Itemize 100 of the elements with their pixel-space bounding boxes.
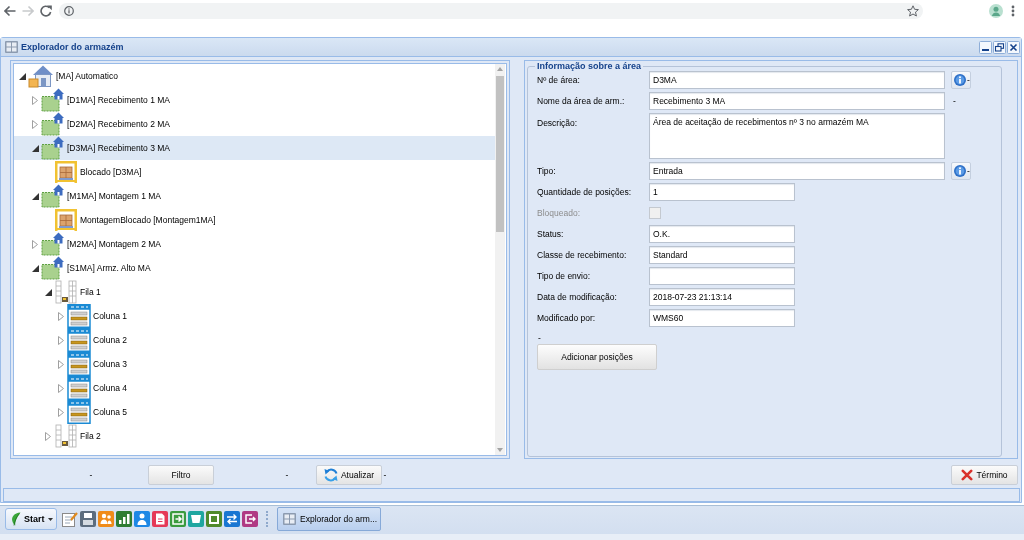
- menu-icon[interactable]: [1011, 4, 1015, 17]
- grid-icon: [5, 41, 18, 53]
- toolbar-button[interactable]: Filtro: [148, 465, 214, 485]
- section-legend: Informação sobre a área: [535, 61, 644, 71]
- task-button[interactable]: Explorador do arm...: [277, 507, 381, 531]
- field-label: Tipo de envio:: [537, 271, 592, 281]
- bar-chart-icon[interactable]: [116, 511, 132, 527]
- tree-item[interactable]: [D3MA] Recebimento 3 MA: [14, 136, 495, 160]
- field-label: Status:: [537, 229, 565, 239]
- input-field[interactable]: [649, 267, 795, 285]
- shelf-rack-icon: [67, 376, 91, 400]
- tree-item[interactable]: [M1MA] Montagem 1 MA: [14, 184, 495, 208]
- close-icon[interactable]: [1007, 40, 1020, 54]
- shelf-rack-icon: [67, 400, 91, 424]
- tree-item[interactable]: MontagemBlocado [Montagem1MA]: [14, 208, 495, 232]
- info-icon: [954, 165, 966, 177]
- expander-icon[interactable]: [31, 192, 39, 200]
- input-field[interactable]: WMS60: [649, 309, 795, 327]
- leaf-icon: [11, 512, 21, 526]
- tree-item[interactable]: [S1MA] Armz. Alto MA: [14, 256, 495, 280]
- info-button[interactable]: -: [951, 162, 971, 180]
- caret-icon: [47, 517, 53, 521]
- tree-item[interactable]: Fila 1: [14, 280, 495, 304]
- minimize-icon[interactable]: [979, 40, 992, 54]
- expander-icon[interactable]: [18, 72, 26, 80]
- rack-grid-icon: [54, 424, 78, 448]
- shelf-rack-icon: [67, 328, 91, 352]
- dash-text: -: [953, 96, 956, 106]
- close-button[interactable]: Término: [951, 465, 1018, 485]
- refresh-button[interactable]: Atualizar: [316, 465, 382, 485]
- field-label: Bloqueado:: [537, 208, 581, 218]
- house-area-icon: [41, 88, 65, 112]
- field-label: Modificado por:: [537, 313, 597, 323]
- scroll-down-icon[interactable]: [497, 448, 503, 452]
- input-field[interactable]: 2018-07-23 21:13:14: [649, 288, 795, 306]
- field-label: Nº de área:: [537, 75, 581, 85]
- tree-item[interactable]: Coluna 4: [14, 376, 495, 400]
- info-button[interactable]: -: [951, 71, 971, 89]
- field-label: Classe de recebimento:: [537, 250, 628, 260]
- tree-item[interactable]: Fila 2: [14, 424, 495, 448]
- start-button[interactable]: Start: [5, 508, 57, 530]
- avatar-icon[interactable]: [989, 3, 1003, 18]
- shelf-rack-icon: [67, 352, 91, 376]
- dash-text: -: [284, 470, 290, 480]
- field-label: Tipo:: [537, 166, 557, 176]
- expander-icon[interactable]: [44, 288, 52, 296]
- reload-icon[interactable]: [40, 4, 52, 17]
- text-area[interactable]: Área de aceitação de recebimentos nº 3 no armazém MA: [649, 113, 945, 159]
- shelf-rack-icon: [67, 304, 91, 328]
- input-field[interactable]: Standard: [649, 246, 795, 264]
- info-icon: [954, 74, 966, 86]
- close-icon: [961, 469, 974, 481]
- input-field[interactable]: Recebimento 3 MA: [649, 92, 945, 110]
- field-label: Data de modificação:: [537, 292, 618, 302]
- tree-item[interactable]: Coluna 3: [14, 352, 495, 376]
- scroll-thumb[interactable]: [496, 76, 504, 232]
- warehouse-icon: [28, 64, 54, 88]
- arrow-left-icon[interactable]: [4, 4, 16, 17]
- field-label: Descrição:: [537, 117, 579, 128]
- field-label: Quantidade de posições:: [537, 187, 633, 197]
- field-label: Nome da área de arm.:: [537, 96, 626, 106]
- window-title: Explorador do armazém: [21, 42, 124, 52]
- tree-item[interactable]: [D2MA] Recebimento 2 MA: [14, 112, 495, 136]
- rack-grid-icon: [54, 280, 78, 304]
- address-field[interactable]: [59, 2, 923, 19]
- refresh-icon: [323, 468, 338, 482]
- house-area-icon: [41, 232, 65, 256]
- info-icon[interactable]: [64, 5, 74, 16]
- pallet-rack-icon: [54, 208, 78, 232]
- frame-icon[interactable]: [206, 511, 222, 527]
- input-field[interactable]: 1: [649, 183, 795, 201]
- person-icon[interactable]: [134, 511, 150, 527]
- tree-item[interactable]: [MA] Automatico: [14, 64, 495, 88]
- input-field[interactable]: Entrada: [649, 162, 945, 180]
- house-area-icon: [41, 184, 65, 208]
- scroll-up-icon[interactable]: [497, 67, 503, 71]
- arrow-box-icon[interactable]: [170, 511, 186, 527]
- tray-icon[interactable]: [188, 511, 204, 527]
- scrollbar[interactable]: [495, 64, 505, 455]
- pallet-rack-icon: [54, 160, 78, 184]
- dash-text: -: [382, 470, 388, 480]
- tree-item[interactable]: Coluna 2: [14, 328, 495, 352]
- input-field[interactable]: O.K.: [649, 225, 795, 243]
- tree-item[interactable]: Coluna 1: [14, 304, 495, 328]
- notepad-icon[interactable]: [62, 511, 78, 527]
- document-icon[interactable]: [152, 511, 168, 527]
- expander-icon[interactable]: [31, 264, 39, 272]
- dash-text: -: [88, 470, 94, 480]
- restore-icon[interactable]: [993, 40, 1006, 54]
- star-icon[interactable]: [907, 4, 919, 17]
- tree-item[interactable]: Blocado [D3MA]: [14, 160, 495, 184]
- add-positions-button[interactable]: Adicionar posições: [537, 344, 657, 370]
- input-field[interactable]: D3MA: [649, 71, 945, 89]
- grid-icon: [283, 513, 296, 525]
- tree-item[interactable]: [M2MA] Montagem 2 MA: [14, 232, 495, 256]
- expander-icon[interactable]: [31, 144, 39, 152]
- tree-item[interactable]: Coluna 5: [14, 400, 495, 424]
- people-icon[interactable]: [98, 511, 114, 527]
- tree-item[interactable]: [D1MA] Recebimento 1 MA: [14, 88, 495, 112]
- swap-arrows-icon[interactable]: [224, 511, 240, 527]
